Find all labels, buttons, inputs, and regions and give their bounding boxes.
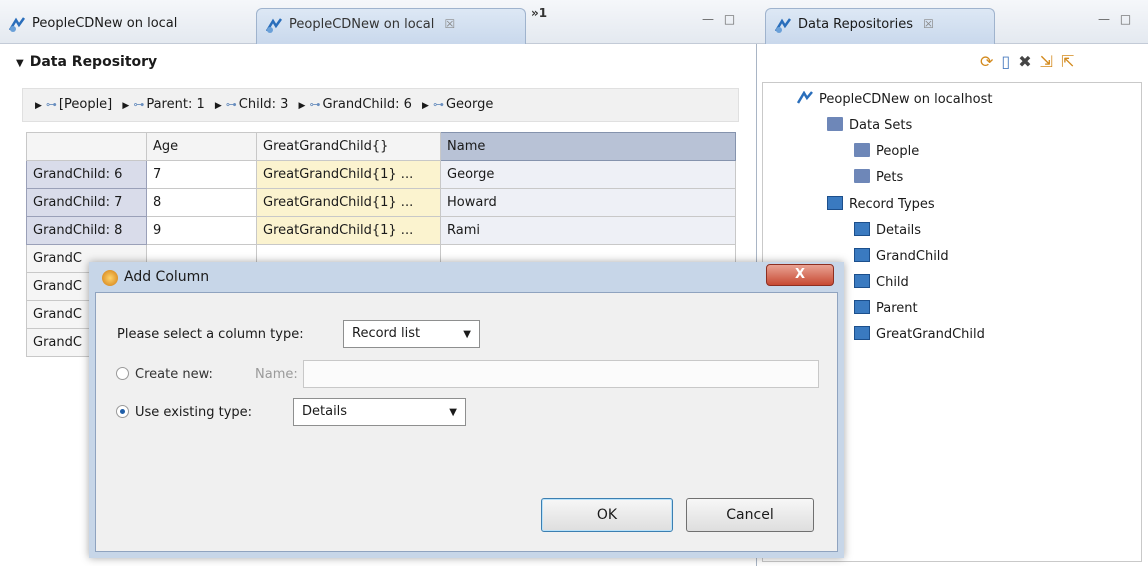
tree-item-record-type[interactable]: Details xyxy=(854,222,921,238)
tree-item-dataset[interactable]: Pets xyxy=(854,169,903,185)
cell-name[interactable]: Rami xyxy=(440,216,736,245)
record-type-icon xyxy=(854,326,870,340)
ok-button[interactable]: OK xyxy=(541,498,673,532)
cell-ggc[interactable]: GreatGrandChild{1} ... xyxy=(256,160,441,189)
corner-cell xyxy=(26,132,147,161)
breadcrumb-item[interactable]: ▶ ⊶ Parent: 1 xyxy=(122,97,204,112)
node-icon: ⊶ xyxy=(432,98,444,111)
tree-item-record-type[interactable]: Parent xyxy=(854,300,918,316)
tree-item-record-type[interactable]: GrandChild xyxy=(854,248,949,264)
dialog-close-button[interactable]: X xyxy=(766,264,834,286)
refresh-icon[interactable]: ⟳ xyxy=(980,52,1001,71)
arrow-right-icon: ▶ xyxy=(298,101,306,111)
tab-label: PeopleCDNew on local xyxy=(289,17,435,32)
cell-name[interactable]: George xyxy=(440,160,736,189)
cell-age[interactable]: 7 xyxy=(146,160,257,189)
chevron-down-icon: ▼ xyxy=(449,407,457,418)
record-type-icon xyxy=(854,274,870,288)
dataset-icon xyxy=(854,169,870,183)
breadcrumb-item[interactable]: ▶ ⊶ George xyxy=(422,97,493,112)
record-type-icon xyxy=(854,222,870,236)
cell-age[interactable]: 8 xyxy=(146,188,257,217)
tab-overflow-button[interactable]: »1 xyxy=(531,6,547,20)
record-type-icon xyxy=(854,248,870,262)
table-row[interactable]: GrandChild: 6 7 GreatGrandChild{1} ... G… xyxy=(26,160,736,189)
create-new-radio[interactable]: Create new: xyxy=(116,367,213,382)
use-existing-radio[interactable]: Use existing type: xyxy=(116,405,252,420)
column-header[interactable]: Age xyxy=(146,132,257,161)
column-header[interactable]: Name xyxy=(440,132,736,161)
editor-tab-1[interactable]: PeopleCDNew on local xyxy=(0,8,252,44)
arrow-right-icon: ▶ xyxy=(122,101,130,111)
tree-item-record-type[interactable]: GreatGrandChild xyxy=(854,326,985,342)
row-header[interactable]: GrandChild: 6 xyxy=(26,160,147,189)
record-type-icon xyxy=(827,196,843,210)
close-icon[interactable]: ☒ xyxy=(445,17,456,31)
dataset-icon xyxy=(854,143,870,157)
delete-icon[interactable]: ✖ xyxy=(1018,52,1039,71)
repositories-toolbar: ⟳▯✖⇲⇱ xyxy=(980,52,1082,71)
node-icon: ⊶ xyxy=(45,98,57,111)
radio-selected-icon xyxy=(116,405,129,418)
cancel-button[interactable]: Cancel xyxy=(686,498,814,532)
arrow-right-icon: ▶ xyxy=(214,101,222,111)
new-icon[interactable]: ▯ xyxy=(1001,52,1018,71)
column-header[interactable]: GreatGrandChild{} xyxy=(256,132,441,161)
repository-icon xyxy=(796,90,813,105)
name-label: Name: xyxy=(255,367,298,382)
cell-age[interactable]: 9 xyxy=(146,216,257,245)
section-title: Data Repository xyxy=(29,54,158,70)
editor-tab-2[interactable]: PeopleCDNew on local ☒ xyxy=(256,8,526,44)
arrow-right-icon: ▶ xyxy=(422,101,429,111)
breadcrumb-item[interactable]: ▶ ⊶ Child: 3 xyxy=(215,97,289,112)
existing-type-select[interactable]: Details ▼ xyxy=(293,398,466,426)
table-row[interactable]: GrandChild: 7 8 GreatGrandChild{1} ... H… xyxy=(26,188,736,217)
collapse-icon: ▼ xyxy=(16,58,24,69)
repository-icon xyxy=(265,17,283,35)
column-type-label: Please select a column type: xyxy=(117,327,304,342)
name-field[interactable] xyxy=(303,360,819,388)
arrow-right-icon: ▶ xyxy=(35,101,42,111)
breadcrumb: ▶ ⊶ [People] ▶ ⊶ Parent: 1 ▶ ⊶ Child: 3 ▶ ⊶ Gran… xyxy=(22,88,739,122)
node-icon: ⊶ xyxy=(309,98,321,111)
column-type-select[interactable]: Record list ▼ xyxy=(343,320,480,348)
tab-label: PeopleCDNew on local xyxy=(32,16,178,31)
dataset-icon xyxy=(827,117,843,131)
repository-icon xyxy=(8,16,26,34)
chevron-down-icon: ▼ xyxy=(463,329,471,340)
cell-name[interactable]: Howard xyxy=(440,188,736,217)
breadcrumb-item[interactable]: ▶ ⊶ GrandChild: 6 xyxy=(299,97,412,112)
repository-icon xyxy=(774,17,792,35)
section-header[interactable]: ▼ Data Repository xyxy=(16,54,157,70)
node-icon: ⊶ xyxy=(225,98,237,111)
breadcrumb-item[interactable]: ▶ ⊶ [People] xyxy=(35,97,112,112)
row-header[interactable]: GrandChild: 8 xyxy=(26,216,147,245)
tree-item-dataset[interactable]: People xyxy=(854,143,919,159)
minimize-maximize-icons[interactable]: — □ xyxy=(702,12,738,26)
dialog-title: Add Column xyxy=(124,269,210,285)
minimize-maximize-icons[interactable]: — □ xyxy=(1098,12,1134,26)
grid-header-row: Age GreatGrandChild{} Name xyxy=(26,132,736,161)
tree-item-record-type[interactable]: Child xyxy=(854,274,909,290)
repositories-tab[interactable]: Data Repositories ☒ xyxy=(765,8,995,44)
row-header[interactable]: GrandChild: 7 xyxy=(26,188,147,217)
tree-item-record-types[interactable]: Record Types xyxy=(827,196,935,212)
cell-ggc[interactable]: GreatGrandChild{1} ... xyxy=(256,188,441,217)
cell-ggc[interactable]: GreatGrandChild{1} ... xyxy=(256,216,441,245)
tab-label: Data Repositories xyxy=(798,17,913,32)
table-row[interactable]: GrandChild: 8 9 GreatGrandChild{1} ... R… xyxy=(26,216,736,245)
import-icon[interactable]: ⇲ xyxy=(1040,52,1061,71)
tree-item-root[interactable]: PeopleCDNew on localhost xyxy=(796,90,992,107)
tree-item-data-sets[interactable]: Data Sets xyxy=(827,117,912,133)
node-icon: ⊶ xyxy=(133,98,145,111)
export-icon[interactable]: ⇱ xyxy=(1061,52,1082,71)
close-icon[interactable]: ☒ xyxy=(923,17,934,31)
radio-icon xyxy=(116,367,129,380)
record-type-icon xyxy=(854,300,870,314)
